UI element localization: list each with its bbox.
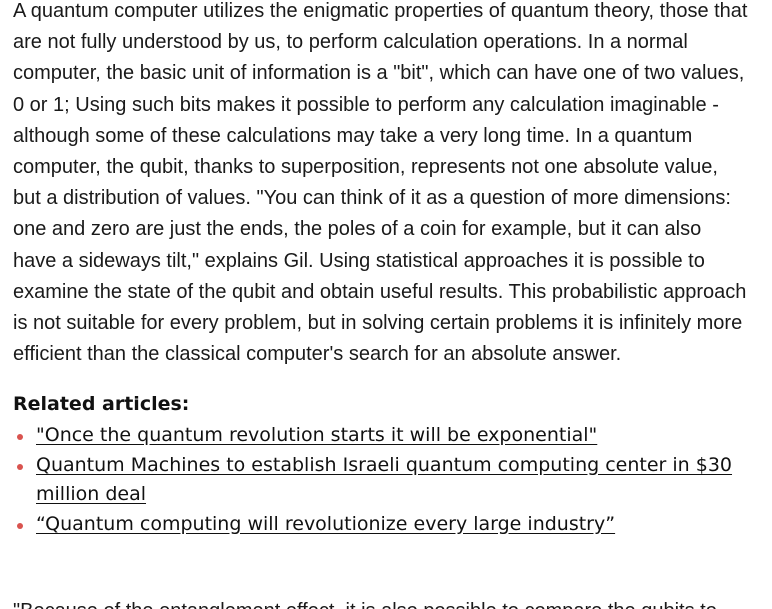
related-articles-heading: Related articles: (13, 393, 190, 415)
list-item: "Once the quantum revolution starts it w… (0, 421, 772, 451)
paragraph-line: computer, the basic unit of information … (13, 62, 745, 85)
article-paragraph: A quantum computer utilizes the enigmati… (13, 0, 772, 370)
related-articles-list: "Once the quantum revolution starts it w… (0, 421, 772, 539)
related-article-link[interactable]: "Once the quantum revolution starts it w… (36, 421, 772, 451)
paragraph-line: although some of these calculations may … (13, 124, 693, 147)
paragraph-line: one and zero are just the ends, the pole… (13, 218, 702, 241)
article-page: A quantum computer utilizes the enigmati… (0, 0, 772, 609)
bullet-icon (17, 463, 23, 470)
related-article-link[interactable]: Quantum Machines to establish Israeli qu… (36, 451, 772, 510)
related-article-link[interactable]: “Quantum computing will revolutionize ev… (36, 510, 772, 540)
paragraph-line: is not suitable for every problem, but i… (13, 312, 743, 335)
bullet-icon (17, 434, 23, 440)
link-line: million deal (36, 483, 147, 505)
paragraph-line: computer, the qubit, thanks to superposi… (13, 156, 718, 179)
link-line: "Once the quantum revolution starts it w… (36, 424, 598, 446)
paragraph-line: have a sideways tilt," explains Gil. Usi… (13, 249, 705, 272)
link-line: Quantum Machines to establish Israeli qu… (36, 453, 733, 476)
paragraph-line: are not fully understood by us, to perfo… (13, 31, 688, 54)
bullet-icon (17, 522, 23, 529)
paragraph-line: 0 or 1; Using such bits makes it possibl… (13, 93, 719, 116)
paragraph-line: but a distribution of values. "You can t… (13, 187, 731, 210)
paragraph-line: efficient than the classical computer's … (13, 343, 622, 366)
paragraph-line: A quantum computer utilizes the enigmati… (13, 0, 748, 22)
list-item: Quantum Machines to establish Israeli qu… (0, 451, 772, 510)
link-line: “Quantum computing will revolutionize ev… (36, 512, 616, 535)
list-item: “Quantum computing will revolutionize ev… (0, 510, 772, 540)
next-paragraph-partial: "Because of the entanglement effect, it … (13, 596, 717, 609)
paragraph-line: examine the state of the qubit and obtai… (13, 280, 747, 303)
